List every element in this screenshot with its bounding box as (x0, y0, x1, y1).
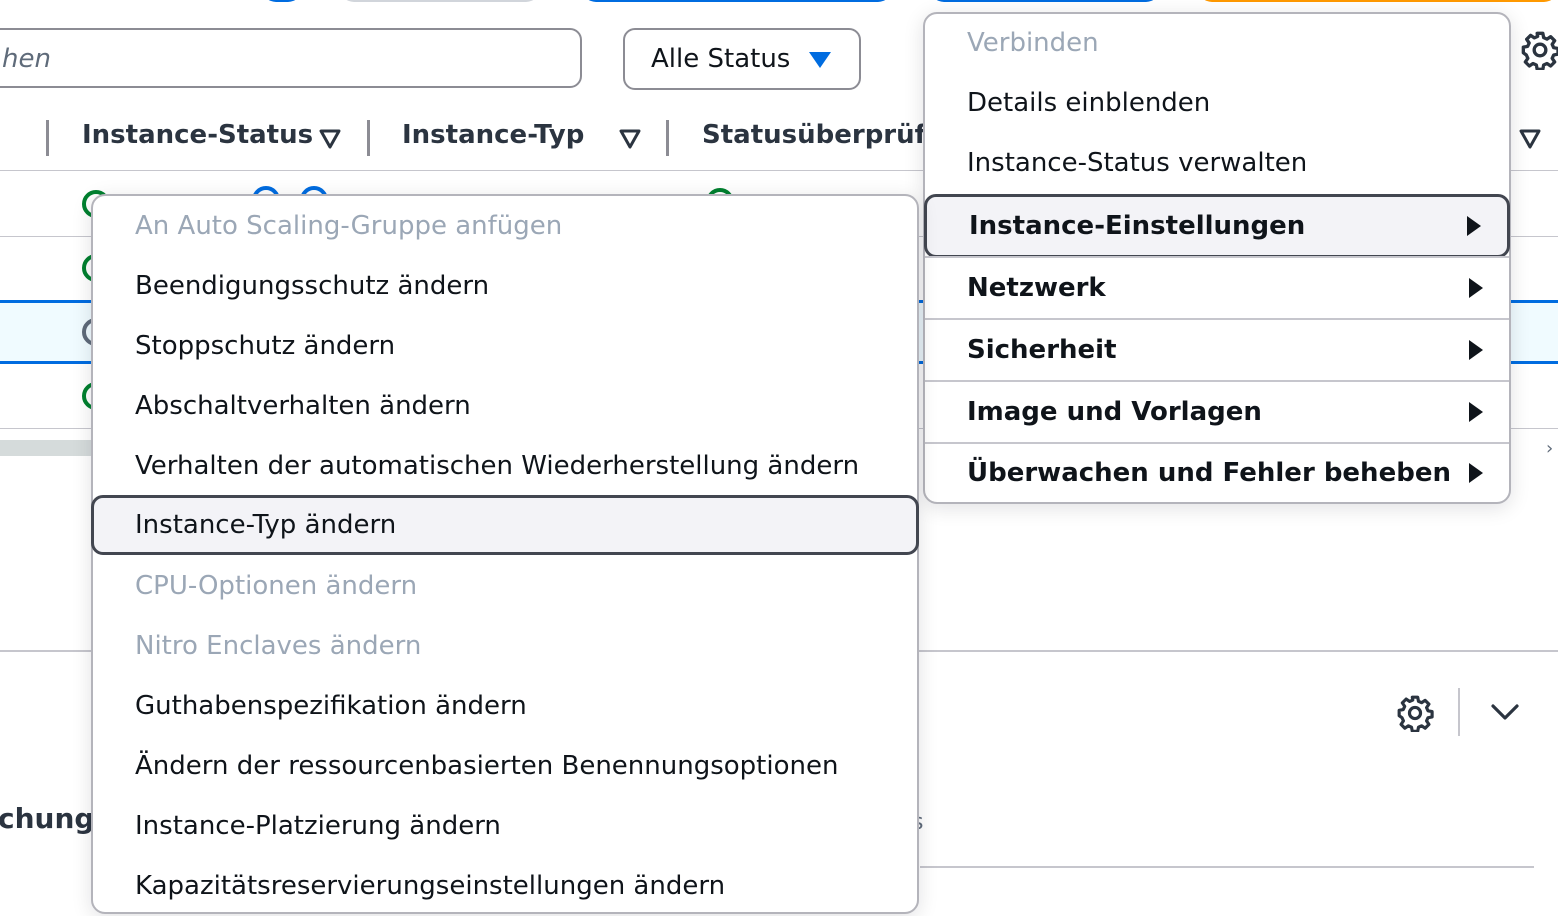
submenu-item-change-instance-type[interactable]: Instance-Typ ändern (91, 495, 919, 555)
menu-item-security-label: Sicherheit (967, 335, 1117, 365)
column-header-instance-type[interactable]: Instance-Typ (402, 120, 584, 150)
submenu-item-cpu-options: CPU-Optionen ändern (135, 571, 418, 601)
search-input-text: hen (2, 44, 51, 74)
menu-item-show-details[interactable]: Details einblenden (925, 88, 1509, 146)
menu-item-manage-instance-state[interactable]: Instance-Status verwalten (925, 148, 1509, 192)
submenu-arrow-icon (1469, 463, 1483, 483)
caret-down-icon (809, 52, 831, 68)
top-button-launch[interactable] (1198, 0, 1558, 2)
submenu-item-attach-asg: An Auto Scaling-Gruppe anfügen (135, 211, 563, 241)
top-button-primary-1[interactable] (582, 0, 892, 2)
submenu-item-stop-protection[interactable]: Stoppschutz ändern (93, 316, 917, 376)
submenu-arrow-icon (1469, 278, 1483, 298)
horizontal-scrollbar[interactable] (0, 440, 100, 456)
column-header-status-check[interactable]: Statusüberprüfu (702, 120, 944, 150)
menu-item-network-label: Netzwerk (967, 273, 1106, 303)
submenu-item-credit-specification[interactable]: Guthabenspezifikation ändern (93, 676, 917, 736)
menu-item-monitor-troubleshoot-label: Überwachen und Fehler beheben (967, 458, 1451, 488)
top-button-round[interactable] (262, 0, 302, 2)
submenu-item-shutdown-behavior[interactable]: Abschaltverhalten ändern (93, 376, 917, 436)
status-filter-select[interactable]: Alle Status (623, 28, 861, 90)
column-separator[interactable] (46, 120, 49, 156)
panel-heading-partial: chung (0, 802, 95, 835)
submenu-item-resource-naming[interactable]: Ändern der ressourcenbasierten Benennung… (93, 736, 917, 796)
column-header-instance-status[interactable]: Instance-Status (82, 120, 313, 150)
menu-item-instance-settings[interactable]: Instance-Einstellungen (924, 194, 1510, 258)
chevron-down-icon[interactable] (1488, 698, 1522, 726)
column-separator[interactable] (367, 120, 370, 156)
scroll-right-icon[interactable]: › (1546, 438, 1553, 459)
submenu-arrow-icon (1469, 402, 1483, 422)
submenu-item-nitro-enclaves: Nitro Enclaves ändern (135, 631, 422, 661)
menu-item-image-templates-label: Image und Vorlagen (967, 397, 1262, 427)
sort-icon[interactable] (318, 128, 342, 150)
menu-item-monitor-troubleshoot[interactable]: Überwachen und Fehler beheben (925, 444, 1509, 502)
toolbar-separator (1458, 688, 1460, 736)
gear-icon[interactable] (1396, 694, 1434, 732)
menu-item-instance-settings-label: Instance-Einstellungen (969, 211, 1306, 241)
submenu-arrow-icon (1469, 340, 1483, 360)
top-button-primary-2[interactable] (930, 0, 1160, 2)
status-filter-label: Alle Status (651, 44, 791, 74)
menu-item-image-templates[interactable]: Image und Vorlagen (925, 382, 1509, 442)
sort-icon[interactable] (618, 128, 642, 150)
panel-bottom-divider (920, 866, 1534, 868)
gear-icon[interactable] (1520, 30, 1558, 70)
submenu-item-auto-recovery[interactable]: Verhalten der automatischen Wiederherste… (93, 436, 917, 496)
submenu-item-termination-protection[interactable]: Beendigungsschutz ändern (93, 256, 917, 316)
submenu-item-capacity-reservation[interactable]: Kapazitätsreservierungseinstellungen änd… (93, 856, 917, 916)
menu-item-security[interactable]: Sicherheit (925, 320, 1509, 380)
instance-settings-submenu: An Auto Scaling-Gruppe anfügen Beendigun… (91, 194, 919, 914)
menu-item-network[interactable]: Netzwerk (925, 258, 1509, 318)
submenu-item-instance-placement[interactable]: Instance-Platzierung ändern (93, 796, 917, 856)
menu-item-connect: Verbinden (967, 28, 1099, 58)
submenu-arrow-icon (1467, 216, 1481, 236)
column-separator[interactable] (666, 120, 669, 156)
actions-menu: Verbinden Details einblenden Instance-St… (923, 12, 1511, 504)
search-input[interactable]: hen (0, 28, 582, 88)
sort-icon[interactable] (1518, 128, 1542, 150)
top-button-secondary[interactable] (340, 0, 540, 2)
